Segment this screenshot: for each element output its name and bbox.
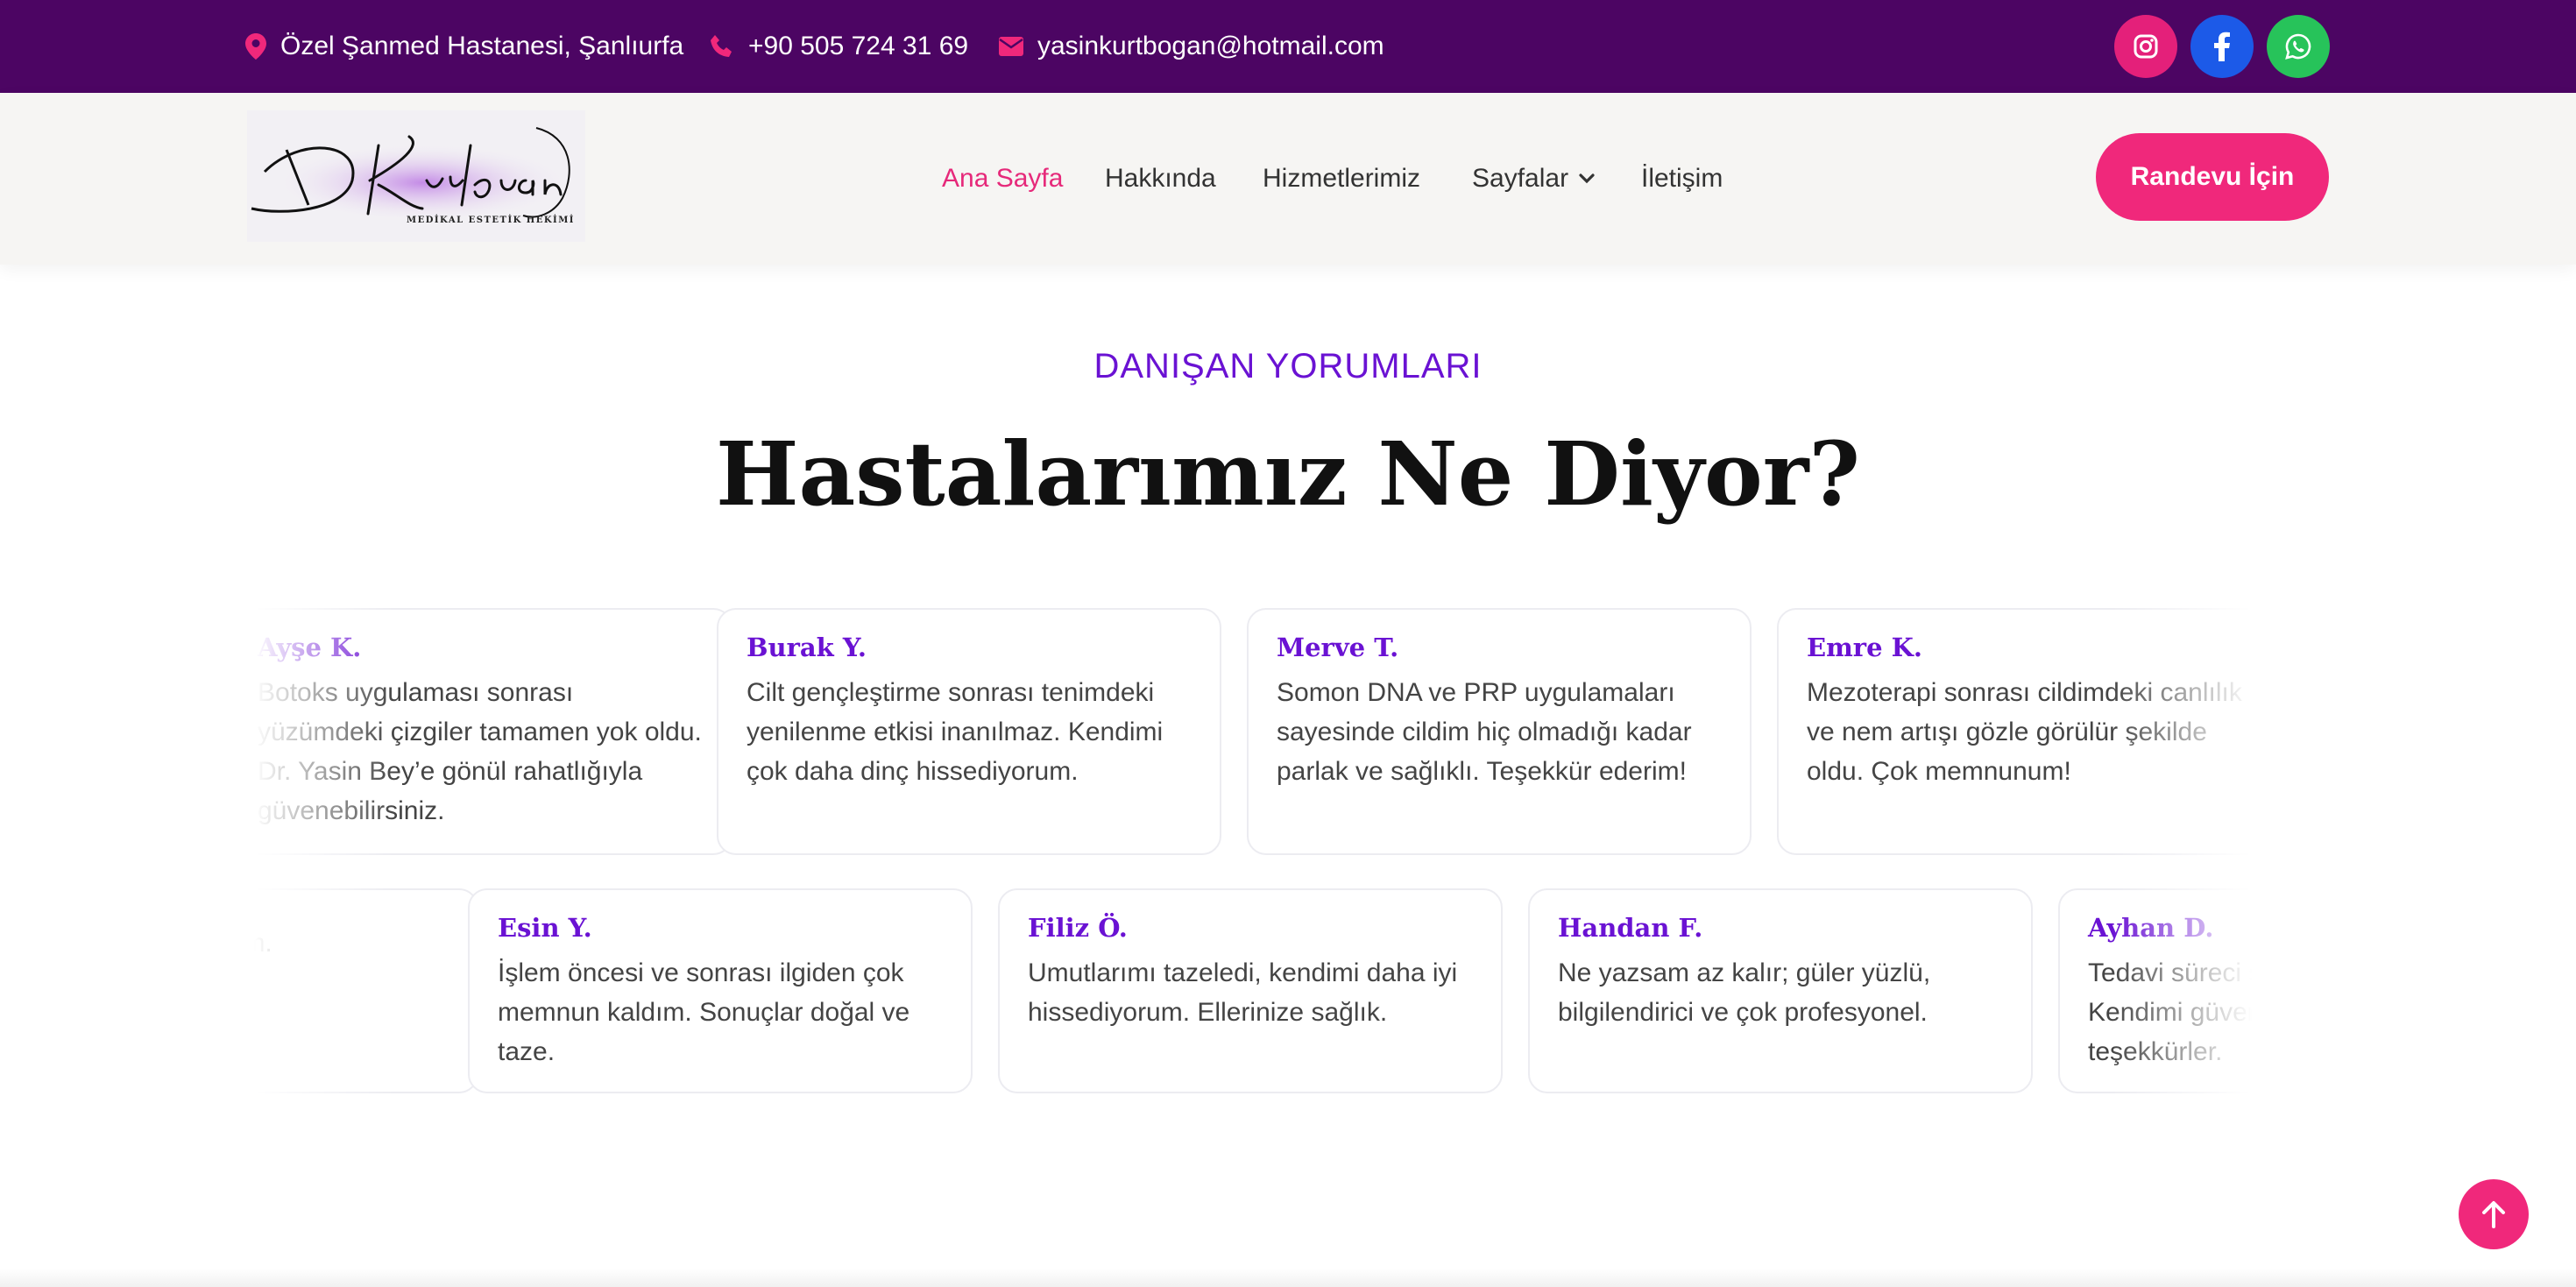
testimonial-text: Cilt gençleştirme sonrası tenimdeki yeni…: [747, 678, 1164, 786]
testimonial-card: Merve T. Somon DNA ve PRP uygulamaları s…: [1247, 608, 1752, 855]
testimonial-author: Ayhan D.: [2088, 913, 2214, 943]
nav-home[interactable]: Ana Sayfa: [942, 93, 1063, 265]
phone-icon: [711, 35, 732, 57]
testimonial-author: Esin Y.: [498, 913, 592, 943]
arrow-up-icon: [2482, 1201, 2505, 1228]
testimonial-text: Umutlarımı tazeledi, kendimi daha iyi hi…: [1028, 958, 1458, 1027]
facebook-icon: [2214, 32, 2230, 61]
testimonial-text: Somon DNA ve PRP uygulamaları sayesinde …: [1277, 678, 1692, 786]
testimonial-text: Ne yazsam az kalır; güler yüzlü, bilgile…: [1558, 958, 1931, 1027]
testimonial-author: Merve T.: [1277, 633, 1399, 662]
testimonials-row-1[interactable]: Ayşe K. Botoks uygulaması sonrası yüzümd…: [254, 606, 2252, 857]
section-title: Hastalarımız Ne Diyor?: [715, 422, 1861, 526]
phone-item[interactable]: +90 505 724 31 69: [710, 0, 968, 93]
testimonial-author: Ayşe K.: [258, 633, 362, 662]
testimonial-card: Burak Y. Cilt gençleştirme sonrası tenim…: [717, 608, 1221, 855]
instagram-icon: [2134, 34, 2158, 59]
testimonial-card: Filiz Ö. Umutlarımı tazeledi, kendimi da…: [998, 888, 1503, 1093]
logo-graphic: MEDİKAL ESTETİK HEKİMİ: [251, 127, 575, 225]
testimonial-card: Esin Y. İşlem öncesi ve sonrası ilgiden …: [468, 888, 973, 1093]
whatsapp-icon: [2285, 33, 2311, 60]
topbar: Özel Şanmed Hastanesi, Şanlıurfa +90 505…: [0, 0, 2576, 93]
envelope-icon: [999, 37, 1023, 56]
testimonial-text: Mezoterapi sonrası cildimdeki canlılık v…: [1807, 678, 2242, 786]
facebook-button[interactable]: [2190, 15, 2254, 78]
main-header: MEDİKAL ESTETİK HEKİMİ Ana Sayfa Hakkınd…: [0, 93, 2576, 265]
testimonial-text: ...nlı bir ... memnunum.: [254, 929, 272, 958]
testimonial-card: Handan F. Ne yazsam az kalır; güler yüzl…: [1528, 888, 2033, 1093]
nav-pages[interactable]: Sayfalar: [1472, 93, 1595, 265]
nav-services[interactable]: Hizmetlerimiz: [1263, 93, 1420, 265]
email-text: yasinkurtbogan@hotmail.com: [1037, 32, 1384, 60]
testimonials-row-2[interactable]: ...nlı bir ... memnunum. Esin Y. İşlem ö…: [254, 887, 2252, 1095]
testimonial-text: Botoks uygulaması sonrası yüzümdeki çizg…: [258, 678, 702, 825]
footer-edge: [0, 1269, 2576, 1287]
back-to-top-button[interactable]: [2459, 1179, 2529, 1249]
map-pin-icon: [245, 33, 266, 60]
address-text: Özel Şanmed Hastanesi, Şanlıurfa: [280, 32, 684, 60]
appointment-button[interactable]: Randevu İçin: [2096, 133, 2329, 221]
testimonial-author: Handan F.: [1558, 913, 1703, 943]
address-item[interactable]: Özel Şanmed Hastanesi, Şanlıurfa: [245, 0, 683, 93]
testimonial-author: Emre K.: [1807, 633, 1922, 662]
phone-text: +90 505 724 31 69: [748, 32, 969, 60]
whatsapp-button[interactable]: [2267, 15, 2330, 78]
instagram-button[interactable]: [2114, 15, 2177, 78]
email-item[interactable]: yasinkurtbogan@hotmail.com: [999, 0, 1384, 93]
testimonial-text: Tedavi süreci şeffaf ve açıklayıcıydı. K…: [2088, 958, 2252, 1066]
nav-about[interactable]: Hakkında: [1105, 93, 1216, 265]
testimonial-text: İşlem öncesi ve sonrası ilgiden çok memn…: [498, 958, 910, 1066]
nav-pages-label: Sayfalar: [1472, 164, 1569, 193]
chevron-down-icon: [1579, 173, 1595, 184]
testimonial-card: Emre K. Mezoterapi sonrası cildimdeki ca…: [1777, 608, 2252, 855]
site-logo[interactable]: MEDİKAL ESTETİK HEKİMİ: [247, 110, 585, 242]
section-eyebrow: DANIŞAN YORUMLARI: [1093, 347, 1483, 385]
testimonial-author: Burak Y.: [747, 633, 867, 662]
nav-contact[interactable]: İletişim: [1641, 93, 1723, 265]
testimonial-author: Filiz Ö.: [1028, 913, 1128, 943]
testimonial-card: ...nlı bir ... memnunum.: [254, 888, 478, 1093]
logo-subtitle: MEDİKAL ESTETİK HEKİMİ: [407, 214, 575, 225]
testimonial-card: Ayşe K. Botoks uygulaması sonrası yüzümd…: [254, 608, 732, 855]
testimonial-card: Ayhan D. Tedavi süreci şeffaf ve açıklay…: [2058, 888, 2252, 1093]
